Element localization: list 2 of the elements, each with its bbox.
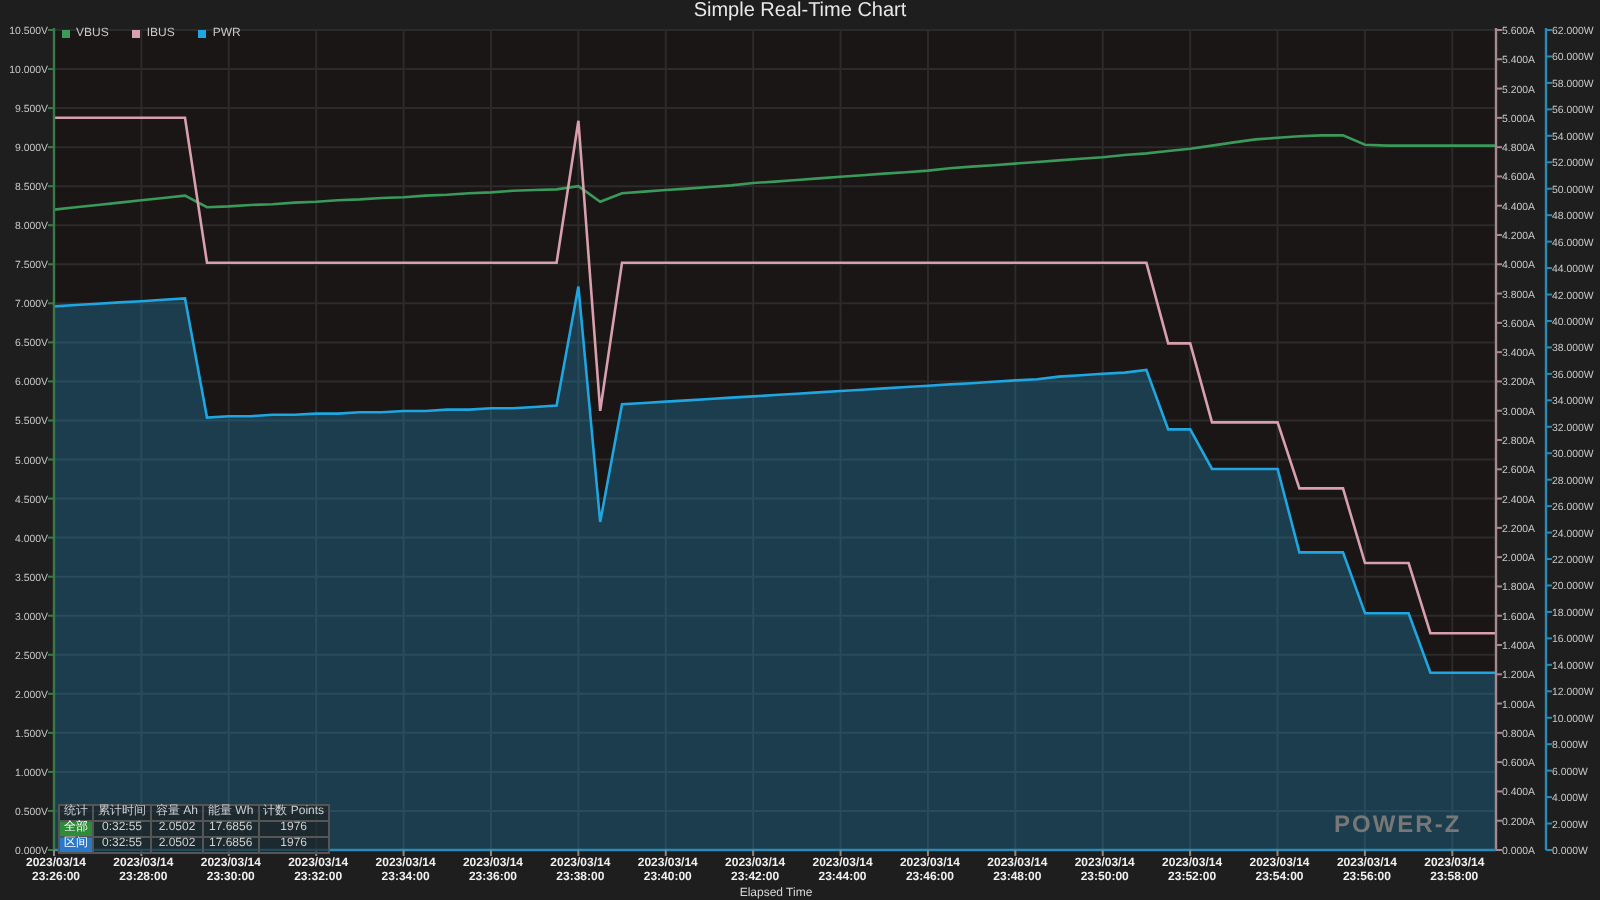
chart-title: Simple Real-Time Chart <box>693 0 907 24</box>
logo: POWER-Z <box>1334 810 1462 838</box>
